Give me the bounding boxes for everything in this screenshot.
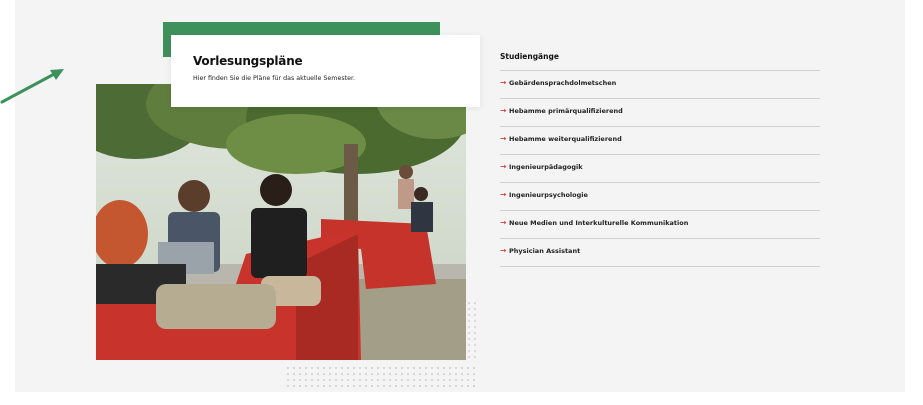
program-list: → Gebärdensprachdolmetschen → Hebamme pr… <box>500 71 820 267</box>
program-link-gebaerdensprachdolmetschen[interactable]: → Gebärdensprachdolmetschen <box>500 71 820 99</box>
program-list-section: Studiengänge → Gebärdensprachdolmetschen… <box>500 52 820 267</box>
page-title: Vorlesungspläne <box>193 54 303 68</box>
program-label: Hebamme weiterqualifizierend <box>509 135 622 143</box>
arrow-right-icon: → <box>500 218 507 227</box>
program-link-hebamme-weiter[interactable]: → Hebamme weiterqualifizierend <box>500 127 820 155</box>
program-label: Physician Assistant <box>509 247 581 255</box>
program-label: Ingenieurpsychologie <box>509 191 588 199</box>
page-subtitle: Hier finden Sie die Pläne für das aktuel… <box>193 75 355 82</box>
students-photo <box>96 84 466 360</box>
arrow-right-icon: → <box>500 190 507 199</box>
program-link-physician-assistant[interactable]: → Physician Assistant <box>500 239 820 267</box>
dot-pattern-vertical <box>466 300 476 360</box>
dot-pattern <box>285 365 475 387</box>
arrow-right-icon: → <box>500 106 507 115</box>
program-label: Neue Medien und Interkulturelle Kommunik… <box>509 219 689 227</box>
program-label: Ingenieurpädagogik <box>509 163 583 171</box>
arrow-right-icon: → <box>500 78 507 87</box>
arrow-right-icon: → <box>500 162 507 171</box>
program-label: Hebamme primärqualifizierend <box>509 107 623 115</box>
feature-card[interactable]: Vorlesungspläne Hier finden Sie die Plän… <box>171 35 480 107</box>
arrow-up-right-icon <box>0 69 64 104</box>
arrow-right-icon: → <box>500 246 507 255</box>
program-link-ingenieurpsychologie[interactable]: → Ingenieurpsychologie <box>500 183 820 211</box>
program-link-hebamme-primaer[interactable]: → Hebamme primärqualifizierend <box>500 99 820 127</box>
programs-heading: Studiengänge <box>500 52 820 71</box>
program-link-ingenieurpaedagogik[interactable]: → Ingenieurpädagogik <box>500 155 820 183</box>
arrow-right-icon: → <box>500 134 507 143</box>
program-link-neue-medien[interactable]: → Neue Medien und Interkulturelle Kommun… <box>500 211 820 239</box>
program-label: Gebärdensprachdolmetschen <box>509 79 617 87</box>
